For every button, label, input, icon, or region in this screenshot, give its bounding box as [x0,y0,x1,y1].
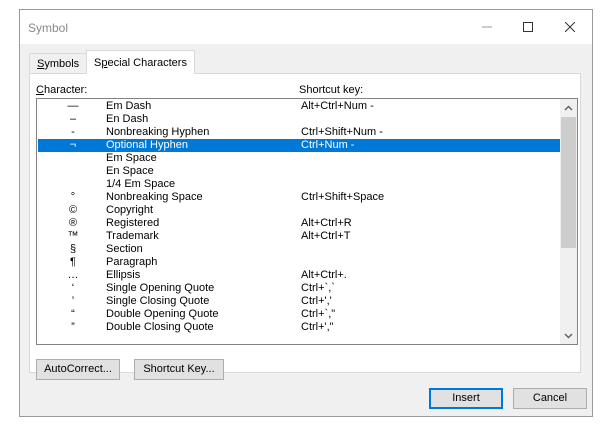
maximize-icon [523,22,533,32]
minimize-icon [482,26,492,28]
scroll-thumb[interactable] [561,117,576,248]
insert-button[interactable]: Insert [429,388,503,409]
character-glyph: ® [68,217,78,229]
scroll-down-button[interactable] [560,327,577,344]
character-header-accelerator: C [36,84,44,96]
character-name: Nonbreaking Hyphen [106,126,210,138]
character-header-rest: haracter: [43,84,88,96]
list-item[interactable]: “ Double Opening Quote Ctrl+`," [38,308,561,321]
character-name: Double Closing Quote [106,321,214,333]
special-characters-list[interactable]: — Em Dash Alt+Ctrl+Num - – En Dash - Nonbreaki… [36,98,578,345]
vertical-scrollbar[interactable] [560,99,577,344]
list-item[interactable]: ’ Single Closing Quote Ctrl+',' [38,295,561,308]
character-name: Paragraph [106,256,158,268]
special-characters-panel: Character: Shortcut key: — Em Dash Alt+Ctr… [29,73,581,380]
close-icon [565,22,575,32]
shortcut-header: Shortcut key: [299,84,364,96]
character-name: En Space [106,165,154,177]
shortcut-key: Ctrl+Shift+Num - [301,126,383,138]
character-name: Trademark [106,230,159,242]
character-name: Em Dash [106,100,152,112]
character-glyph: - [71,126,75,138]
tab-special-label: ecial Characters [107,57,187,69]
character-name: Single Closing Quote [106,295,210,307]
shortcut-key: Alt+Ctrl+Num - [301,100,374,112]
character-name: Em Space [106,152,157,164]
list-item[interactable]: ™ Trademark Alt+Ctrl+T [38,230,561,243]
tab-symbols[interactable]: Symbols [29,53,88,73]
symbol-dialog: Symbol Symbols Special Characters Charac… [19,9,593,417]
list-item[interactable]: ‘ Single Opening Quote Ctrl+`,` [38,282,561,295]
character-name: Ellipsis [106,269,141,281]
list-item[interactable]: — Em Dash Alt+Ctrl+Num - [38,100,561,113]
shortcut-key: Ctrl+Shift+Space [301,191,385,203]
shortcut-key: Ctrl+Num - [301,139,355,151]
scroll-up-button[interactable] [560,99,577,116]
list-item[interactable]: - Nonbreaking Hyphen Ctrl+Shift+Num - [38,126,561,139]
character-glyph: ¬ [69,139,77,151]
character-glyph: ‘ [71,282,75,294]
shortcut-key: Ctrl+',' [301,295,332,307]
tab-symbols-label: ymbols [44,58,80,70]
character-header: Character: [36,84,87,96]
minimize-button[interactable] [467,10,507,44]
list-item[interactable]: ¬ Optional Hyphen Ctrl+Num - [38,139,561,152]
close-button[interactable] [550,10,590,44]
character-glyph: — [67,100,79,112]
shortcut-key: Alt+Ctrl+R [301,217,352,229]
cancel-button[interactable]: Cancel [513,388,587,409]
character-glyph: ” [71,321,75,333]
list-item[interactable]: § Section [38,243,561,256]
list-item[interactable]: ° Nonbreaking Space Ctrl+Shift+Space [38,191,561,204]
character-glyph: © [68,204,78,216]
shortcut-key: Ctrl+`,` [301,282,335,294]
character-name: Registered [106,217,160,229]
list-item[interactable]: ® Registered Alt+Ctrl+R [38,217,561,230]
maximize-button[interactable] [508,10,548,44]
character-glyph: § [69,243,77,255]
list-item[interactable]: – En Dash [38,113,561,126]
shortcut-key: Ctrl+`," [301,308,336,320]
character-name: Double Opening Quote [106,308,219,320]
shortcut-key: Alt+Ctrl+. [301,269,347,281]
character-glyph: – [69,113,77,125]
character-glyph: … [67,269,79,281]
character-glyph: ¶ [70,256,76,268]
character-glyph: ’ [71,295,75,307]
list-item[interactable]: Em Space [38,152,561,165]
character-glyph: ° [70,191,76,203]
character-name: Nonbreaking Space [106,191,203,203]
character-glyph: ™ [67,230,79,242]
character-name: Copyright [106,204,154,216]
character-name: Section [106,243,143,255]
chevron-down-icon [564,333,573,338]
list-item[interactable]: ¶ Paragraph [38,256,561,269]
shortcut-key: Alt+Ctrl+T [301,230,351,242]
window-title: Symbol [28,21,69,35]
list-item[interactable]: 1/4 Em Space [38,178,561,191]
character-name: Single Opening Quote [106,282,215,294]
list-item[interactable]: En Space [38,165,561,178]
list-item[interactable]: © Copyright [38,204,561,217]
character-name: 1/4 Em Space [106,178,176,190]
chevron-up-icon [564,105,573,110]
list-item[interactable]: ” Double Closing Quote Ctrl+'," [38,321,561,334]
character-name: En Dash [106,113,149,125]
title-bar: Symbol [20,10,592,44]
list-item[interactable]: … Ellipsis Alt+Ctrl+. [38,269,561,282]
character-glyph: “ [71,308,75,320]
character-name: Optional Hyphen [106,139,188,151]
autocorrect-button[interactable]: AutoCorrect... [36,359,120,380]
shortcut-key: Ctrl+'," [301,321,334,333]
tab-special-characters[interactable]: Special Characters [86,50,195,74]
shortcut-key-button[interactable]: Shortcut Key... [134,359,224,380]
